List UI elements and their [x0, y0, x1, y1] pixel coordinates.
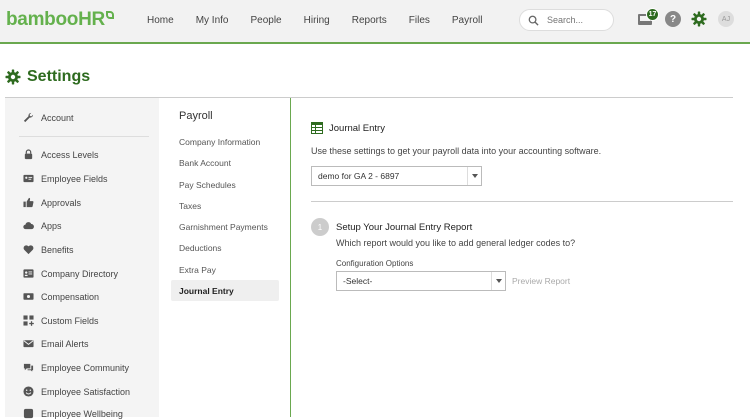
- nav-home[interactable]: Home: [147, 15, 174, 26]
- sidebar-divider: [19, 136, 149, 137]
- step-title: Setup Your Journal Entry Report: [336, 222, 473, 233]
- sidebar-item-label: Access Levels: [41, 149, 99, 160]
- sidebar-item-email-alerts[interactable]: Email Alerts: [23, 338, 89, 349]
- subnav-journal-entry[interactable]: Journal Entry: [179, 286, 234, 296]
- sidebar-item-apps[interactable]: Apps: [23, 220, 62, 231]
- sidebar-item-label: Email Alerts: [41, 338, 89, 349]
- sidebar-item-account[interactable]: Account: [23, 112, 74, 123]
- heart-icon: [23, 245, 34, 255]
- subnav-pay-schedules[interactable]: Pay Schedules: [179, 180, 236, 190]
- search-box[interactable]: [519, 9, 614, 31]
- sidebar-item-label: Approvals: [41, 197, 82, 208]
- lock-icon: [24, 149, 33, 160]
- envelope-icon: [23, 340, 34, 348]
- subnav-extra-pay[interactable]: Extra Pay: [179, 265, 216, 275]
- logo-text: bambooHR: [6, 9, 105, 30]
- grid-plus-icon: [23, 315, 34, 326]
- directory-icon: [23, 269, 34, 278]
- thumbs-up-icon: [23, 197, 34, 208]
- inbox-count-badge: 17: [646, 8, 659, 21]
- nav-reports[interactable]: Reports: [352, 15, 387, 26]
- sidebar-item-label: Employee Community: [41, 362, 130, 373]
- subnav-company-information[interactable]: Company Information: [179, 137, 260, 147]
- bamboohr-logo[interactable]: bambooHR: [6, 9, 114, 31]
- sidebar-item-label: Custom Fields: [41, 315, 99, 326]
- nav-payroll[interactable]: Payroll: [452, 15, 483, 26]
- section-divider: [311, 201, 733, 202]
- nav-people[interactable]: People: [250, 15, 281, 26]
- subnav-garnishment-payments[interactable]: Garnishment Payments: [179, 222, 268, 232]
- section-heading: Journal Entry: [311, 122, 385, 134]
- sidebar-item-access-levels[interactable]: Access Levels: [23, 149, 99, 160]
- step-question: Which report would you like to add gener…: [336, 238, 576, 248]
- sidebar-item-employee-fields[interactable]: Employee Fields: [23, 173, 108, 184]
- company-select[interactable]: demo for GA 2 - 6897: [311, 166, 482, 186]
- company-select-value: demo for GA 2 - 6897: [318, 171, 400, 181]
- chevron-down-icon: [491, 272, 505, 290]
- sidebar-item-employee-wellbeing[interactable]: Employee Wellbeing: [23, 408, 123, 419]
- sidebar-item-compensation[interactable]: Compensation: [23, 291, 99, 302]
- spreadsheet-icon: [311, 122, 323, 134]
- id-card-icon: [23, 174, 34, 183]
- subnav-taxes[interactable]: Taxes: [179, 201, 201, 211]
- subnav-bank-account[interactable]: Bank Account: [179, 158, 231, 168]
- cloud-icon: [23, 222, 34, 230]
- sidebar-item-label: Employee Wellbeing: [41, 408, 123, 419]
- search-input[interactable]: [547, 15, 609, 25]
- gear-icon: [691, 11, 707, 27]
- sidebar-item-label: Apps: [41, 220, 62, 231]
- step-number-badge: 1: [311, 218, 329, 236]
- smiley-icon: [23, 386, 34, 397]
- sidebar-item-employee-satisfaction[interactable]: Employee Satisfaction: [23, 386, 130, 397]
- gear-icon: [5, 69, 21, 85]
- user-avatar[interactable]: AJ: [718, 11, 734, 27]
- top-navigation-bar: bambooHR Home My Info People Hiring Repo…: [0, 0, 750, 44]
- configuration-options-select[interactable]: -Select-: [336, 271, 506, 291]
- leaf-icon: [105, 11, 114, 19]
- nav-hiring[interactable]: Hiring: [304, 15, 330, 26]
- main-nav: Home My Info People Hiring Reports Files…: [147, 0, 504, 40]
- configuration-select-value: -Select-: [343, 276, 373, 286]
- preview-report-link[interactable]: Preview Report: [512, 276, 570, 286]
- wellbeing-icon: [23, 408, 34, 419]
- nav-my-info[interactable]: My Info: [196, 15, 229, 26]
- sidebar-item-benefits[interactable]: Benefits: [23, 244, 74, 255]
- search-icon: [528, 15, 539, 26]
- subnav-title: Payroll: [179, 110, 213, 122]
- sidebar-item-approvals[interactable]: Approvals: [23, 197, 81, 208]
- help-button[interactable]: ?: [665, 11, 681, 27]
- configuration-options-label: Configuration Options: [336, 259, 414, 268]
- sidebar-item-label: Benefits: [41, 244, 74, 255]
- wrench-icon: [23, 112, 34, 123]
- page-title: Settings: [5, 68, 90, 86]
- section-heading-text: Journal Entry: [329, 122, 385, 134]
- subnav-deductions[interactable]: Deductions: [179, 243, 222, 253]
- sidebar-item-label: Employee Satisfaction: [41, 386, 131, 397]
- sidebar-item-employee-community[interactable]: Employee Community: [23, 362, 129, 373]
- sidebar-item-company-directory[interactable]: Company Directory: [23, 268, 118, 279]
- chevron-down-icon: [467, 167, 481, 185]
- nav-files[interactable]: Files: [409, 15, 430, 26]
- sidebar-item-label: Account: [41, 112, 74, 123]
- section-description: Use these settings to get your payroll d…: [311, 146, 602, 156]
- page-title-text: Settings: [27, 68, 91, 85]
- settings-sidebar: Account Access Levels Employee Fields Ap…: [5, 98, 159, 419]
- money-icon: [23, 293, 34, 300]
- sidebar-item-label: Employee Fields: [41, 173, 108, 184]
- content-divider: [290, 98, 291, 417]
- settings-gear-button[interactable]: [691, 11, 707, 27]
- sidebar-item-custom-fields[interactable]: Custom Fields: [23, 315, 99, 326]
- sidebar-item-label: Compensation: [41, 291, 100, 302]
- sidebar-item-label: Company Directory: [41, 268, 119, 279]
- chat-icon: [23, 363, 34, 372]
